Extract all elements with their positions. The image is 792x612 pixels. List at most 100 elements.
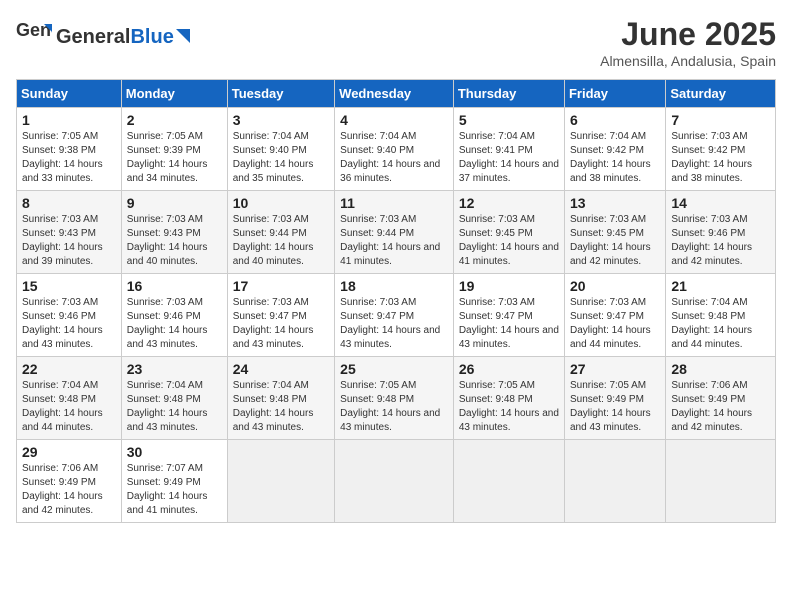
- day-info: Sunrise: 7:03 AMSunset: 9:47 PMDaylight:…: [340, 296, 448, 352]
- header-thursday: Thursday: [453, 80, 564, 108]
- day-info: Sunrise: 7:03 AMSunset: 9:46 PMDaylight:…: [671, 213, 770, 269]
- day-number: 15: [22, 278, 116, 294]
- day-info: Sunrise: 7:03 AMSunset: 9:44 PMDaylight:…: [233, 213, 329, 269]
- calendar-cell: [564, 440, 665, 523]
- day-number: 1: [22, 112, 116, 128]
- day-info: Sunrise: 7:03 AMSunset: 9:45 PMDaylight:…: [570, 213, 660, 269]
- calendar-cell: 12 Sunrise: 7:03 AMSunset: 9:45 PMDayligh…: [453, 191, 564, 274]
- day-info: Sunrise: 7:06 AMSunset: 9:49 PMDaylight:…: [22, 462, 116, 518]
- day-info: Sunrise: 7:05 AMSunset: 9:38 PMDaylight:…: [22, 130, 116, 186]
- calendar-cell: 3 Sunrise: 7:04 AMSunset: 9:40 PMDaylight…: [227, 108, 334, 191]
- logo-general: General: [56, 26, 130, 48]
- day-number: 3: [233, 112, 329, 128]
- day-info: Sunrise: 7:04 AMSunset: 9:42 PMDaylight:…: [570, 130, 660, 186]
- day-number: 28: [671, 361, 770, 377]
- day-info: Sunrise: 7:04 AMSunset: 9:48 PMDaylight:…: [127, 379, 222, 435]
- calendar-cell: 9 Sunrise: 7:03 AMSunset: 9:43 PMDaylight…: [121, 191, 227, 274]
- day-info: Sunrise: 7:03 AMSunset: 9:46 PMDaylight:…: [127, 296, 222, 352]
- day-number: 30: [127, 444, 222, 460]
- calendar-cell: 13 Sunrise: 7:03 AMSunset: 9:45 PMDayligh…: [564, 191, 665, 274]
- day-number: 23: [127, 361, 222, 377]
- day-number: 9: [127, 195, 222, 211]
- calendar-cell: 22 Sunrise: 7:04 AMSunset: 9:48 PMDayligh…: [17, 357, 122, 440]
- header-wednesday: Wednesday: [335, 80, 454, 108]
- day-number: 16: [127, 278, 222, 294]
- day-info: Sunrise: 7:03 AMSunset: 9:43 PMDaylight:…: [22, 213, 116, 269]
- calendar-cell: 8 Sunrise: 7:03 AMSunset: 9:43 PMDaylight…: [17, 191, 122, 274]
- calendar-cell: 11Sunrise: 7:03 AMSunset: 9:44 PMDayligh…: [335, 191, 454, 274]
- day-number: 7: [671, 112, 770, 128]
- day-number: 22: [22, 361, 116, 377]
- day-number: 4: [340, 112, 448, 128]
- logo-text: General Blue: [56, 26, 190, 48]
- calendar-cell: 16 Sunrise: 7:03 AMSunset: 9:46 PMDayligh…: [121, 274, 227, 357]
- calendar-cell: 2 Sunrise: 7:05 AMSunset: 9:39 PMDaylight…: [121, 108, 227, 191]
- day-info: Sunrise: 7:04 AMSunset: 9:41 PMDaylight:…: [459, 130, 559, 186]
- day-info: Sunrise: 7:03 AMSunset: 9:42 PMDaylight:…: [671, 130, 770, 186]
- header-sunday: Sunday: [17, 80, 122, 108]
- month-title: June 2025: [600, 16, 776, 53]
- calendar-cell: 26Sunrise: 7:05 AMSunset: 9:48 PMDayligh…: [453, 357, 564, 440]
- calendar-cell: 19 Sunrise: 7:03 AMSunset: 9:47 PMDayligh…: [453, 274, 564, 357]
- calendar-cell: [666, 440, 776, 523]
- day-info: Sunrise: 7:05 AMSunset: 9:48 PMDaylight:…: [340, 379, 448, 435]
- day-number: 17: [233, 278, 329, 294]
- day-info: Sunrise: 7:04 AMSunset: 9:48 PMDaylight:…: [233, 379, 329, 435]
- svg-text:General: General: [16, 20, 52, 40]
- day-info: Sunrise: 7:04 AMSunset: 9:40 PMDaylight:…: [233, 130, 329, 186]
- day-number: 19: [459, 278, 559, 294]
- logo-arrow: [176, 26, 190, 48]
- calendar-cell: 6Sunrise: 7:04 AMSunset: 9:42 PMDaylight…: [564, 108, 665, 191]
- calendar-cell: 27Sunrise: 7:05 AMSunset: 9:49 PMDayligh…: [564, 357, 665, 440]
- calendar-cell: 20Sunrise: 7:03 AMSunset: 9:47 PMDayligh…: [564, 274, 665, 357]
- day-number: 27: [570, 361, 660, 377]
- calendar-cell: 30 Sunrise: 7:07 AMSunset: 9:49 PMDayligh…: [121, 440, 227, 523]
- title-section: June 2025 Almensilla, Andalusia, Spain: [600, 16, 776, 69]
- day-number: 13: [570, 195, 660, 211]
- calendar-week-row: 1 Sunrise: 7:05 AMSunset: 9:38 PMDaylight…: [17, 108, 776, 191]
- day-number: 8: [22, 195, 116, 211]
- calendar-cell: 14 Sunrise: 7:03 AMSunset: 9:46 PMDayligh…: [666, 191, 776, 274]
- calendar-cell: 24 Sunrise: 7:04 AMSunset: 9:48 PMDayligh…: [227, 357, 334, 440]
- day-info: Sunrise: 7:03 AMSunset: 9:43 PMDaylight:…: [127, 213, 222, 269]
- calendar-cell: 29 Sunrise: 7:06 AMSunset: 9:49 PMDayligh…: [17, 440, 122, 523]
- calendar-cell: 25 Sunrise: 7:05 AMSunset: 9:48 PMDayligh…: [335, 357, 454, 440]
- day-info: Sunrise: 7:03 AMSunset: 9:47 PMDaylight:…: [459, 296, 559, 352]
- calendar-cell: 5 Sunrise: 7:04 AMSunset: 9:41 PMDaylight…: [453, 108, 564, 191]
- header-friday: Friday: [564, 80, 665, 108]
- logo-blue: Blue: [130, 26, 173, 48]
- calendar-cell: [335, 440, 454, 523]
- header-saturday: Saturday: [666, 80, 776, 108]
- day-number: 29: [22, 444, 116, 460]
- day-number: 24: [233, 361, 329, 377]
- day-info: Sunrise: 7:04 AMSunset: 9:48 PMDaylight:…: [22, 379, 116, 435]
- calendar-cell: 17 Sunrise: 7:03 AMSunset: 9:47 PMDayligh…: [227, 274, 334, 357]
- calendar-week-row: 22 Sunrise: 7:04 AMSunset: 9:48 PMDayligh…: [17, 357, 776, 440]
- calendar-header-row: Sunday Monday Tuesday Wednesday Thursday…: [17, 80, 776, 108]
- calendar-week-row: 8 Sunrise: 7:03 AMSunset: 9:43 PMDaylight…: [17, 191, 776, 274]
- day-number: 2: [127, 112, 222, 128]
- day-number: 25: [340, 361, 448, 377]
- page-header: General General Blue June 2025 Almensill…: [16, 16, 776, 69]
- day-number: 11: [340, 195, 448, 211]
- calendar-cell: 4Sunrise: 7:04 AMSunset: 9:40 PMDaylight…: [335, 108, 454, 191]
- location-subtitle: Almensilla, Andalusia, Spain: [600, 53, 776, 69]
- day-number: 21: [671, 278, 770, 294]
- calendar-cell: 7 Sunrise: 7:03 AMSunset: 9:42 PMDaylight…: [666, 108, 776, 191]
- day-info: Sunrise: 7:03 AMSunset: 9:47 PMDaylight:…: [570, 296, 660, 352]
- day-info: Sunrise: 7:07 AMSunset: 9:49 PMDaylight:…: [127, 462, 222, 518]
- calendar-week-row: 29 Sunrise: 7:06 AMSunset: 9:49 PMDayligh…: [17, 440, 776, 523]
- day-number: 12: [459, 195, 559, 211]
- calendar-cell: [227, 440, 334, 523]
- day-number: 14: [671, 195, 770, 211]
- day-info: Sunrise: 7:05 AMSunset: 9:39 PMDaylight:…: [127, 130, 222, 186]
- day-number: 5: [459, 112, 559, 128]
- day-info: Sunrise: 7:03 AMSunset: 9:45 PMDaylight:…: [459, 213, 559, 269]
- calendar-cell: 21Sunrise: 7:04 AMSunset: 9:48 PMDayligh…: [666, 274, 776, 357]
- calendar-cell: 15Sunrise: 7:03 AMSunset: 9:46 PMDayligh…: [17, 274, 122, 357]
- calendar-week-row: 15 Sunrise: 7:03 AMSunset: 9:46 PMDayligh…: [17, 274, 776, 357]
- day-info: Sunrise: 7:03 AMSunset: 9:47 PMDaylight:…: [233, 296, 329, 352]
- calendar-cell: 1 Sunrise: 7:05 AMSunset: 9:38 PMDaylight…: [17, 108, 122, 191]
- calendar-cell: 28Sunrise: 7:06 AMSunset: 9:49 PMDayligh…: [666, 357, 776, 440]
- day-number: 18: [340, 278, 448, 294]
